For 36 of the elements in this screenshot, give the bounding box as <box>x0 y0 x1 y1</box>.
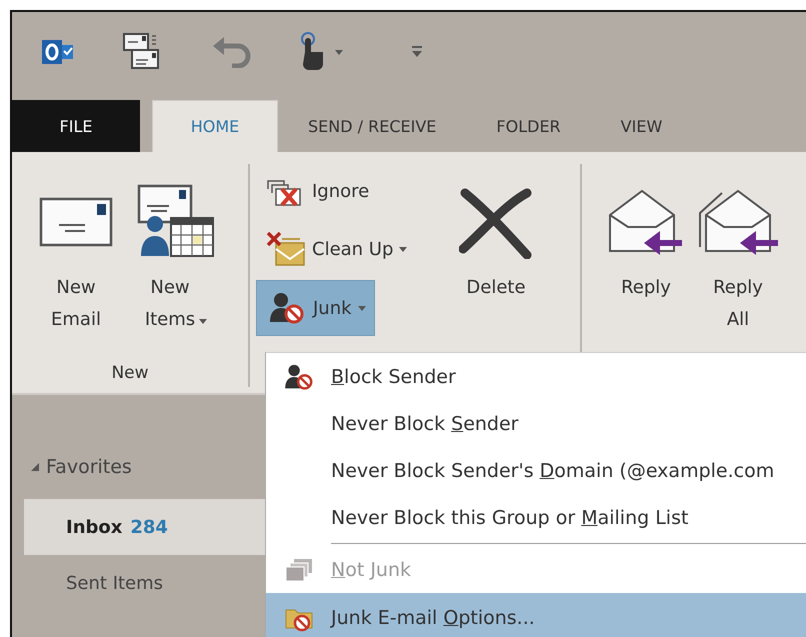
reply-envelope-icon <box>608 189 684 255</box>
ribbon-button[interactable]: New Email <box>30 164 122 336</box>
ribbon-button[interactable]: New Items <box>130 164 222 336</box>
expanded-arrow-icon <box>30 462 40 472</box>
customize-icon[interactable] <box>411 45 423 59</box>
reply-all-envelope-icon <box>698 189 778 255</box>
menu-item[interactable]: Block Sender <box>266 353 806 400</box>
ribbon-tab[interactable]: VIEW <box>590 100 692 152</box>
folder-item[interactable]: Inbox 284 <box>24 499 265 555</box>
envelope-x-icon <box>266 231 306 267</box>
folder-name: Inbox <box>66 516 122 538</box>
caret-icon <box>335 50 343 54</box>
envelopes-icon[interactable] <box>122 32 162 72</box>
menu-item[interactable]: Junk E-mail Options... <box>266 593 806 637</box>
folder-name: Sent Items <box>66 572 164 594</box>
envelope-calendar-icon <box>137 184 215 260</box>
file-tab[interactable]: FILE <box>12 100 140 152</box>
ribbon-button[interactable]: Junk <box>256 280 375 336</box>
app-logo-icon[interactable] <box>42 37 74 67</box>
group-label: New <box>110 363 150 385</box>
ribbon-tab[interactable]: FOLDER <box>466 100 591 152</box>
favorites-header[interactable]: Favorites <box>12 447 265 487</box>
ribbon-tab[interactable]: SEND / RECEIVE <box>278 100 466 152</box>
person-block-icon <box>270 292 304 324</box>
ribbon-tab[interactable]: HOME <box>152 100 278 152</box>
menu-item[interactable]: Never Block this Group or Mailing List <box>266 494 806 541</box>
folder-item[interactable]: Sent Items <box>24 555 265 611</box>
ribbon-button[interactable]: Delete <box>450 164 542 304</box>
envelope-icon <box>39 197 113 247</box>
ribbon-button[interactable]: Clean Up <box>256 222 416 276</box>
menu-item[interactable]: Never Block Sender <box>266 400 806 447</box>
ribbon-button[interactable]: Reply All <box>692 164 784 336</box>
ribbon-button[interactable]: Reply <box>600 164 692 304</box>
menu-item[interactable]: Never Block Sender's Domain (@example.com <box>266 447 806 494</box>
unread-count: 284 <box>130 516 168 538</box>
ribbon-button[interactable]: Ignore <box>256 164 378 218</box>
